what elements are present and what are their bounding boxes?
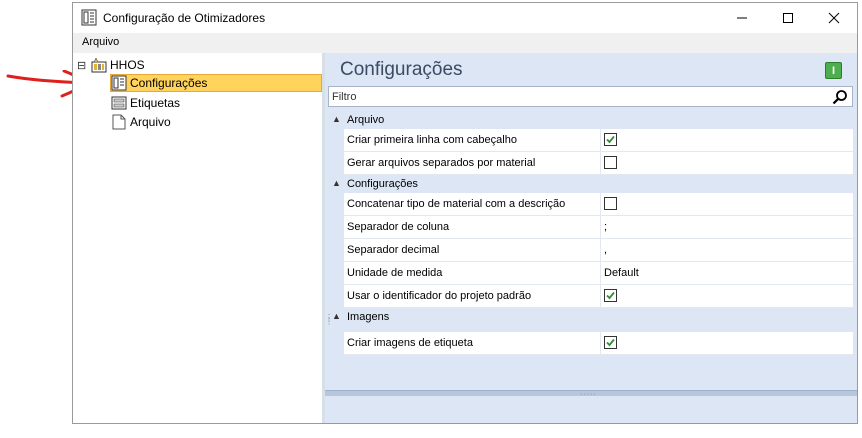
tree-pane: ⊟ HHOS Configurações Etiquetas Arquivo <box>73 53 322 423</box>
checkbox-concatenar-tipo-material[interactable] <box>604 197 617 210</box>
minimize-button[interactable] <box>719 3 765 33</box>
checkbox-criar-primeira-linha[interactable] <box>604 133 617 146</box>
maximize-button[interactable] <box>765 3 811 33</box>
window-title: Configuração de Otimizadores <box>103 11 266 25</box>
filter-input[interactable] <box>332 89 822 104</box>
settings-panel: Configurações I ▲ Arquivo Criar primeira… <box>325 53 857 423</box>
unidade-medida-value[interactable]: Default <box>601 262 853 285</box>
property-name: Separador de coluna <box>344 216 601 239</box>
menu-arquivo[interactable]: Arquivo <box>82 36 119 48</box>
category-label: Arquivo <box>347 114 385 126</box>
category-imagens[interactable]: ▲ Imagens <box>328 308 853 326</box>
collapse-icon[interactable]: ▲ <box>332 311 341 321</box>
horizontal-splitter[interactable]: ····· <box>325 390 857 398</box>
collapse-icon[interactable]: ▲ <box>332 114 341 124</box>
property-row: Usar o identificador do projeto padrão <box>328 285 853 308</box>
maximize-icon <box>783 13 793 23</box>
filter-box <box>328 86 853 107</box>
tree-item-label: Arquivo <box>130 115 171 129</box>
category-configuracoes[interactable]: ▲ Configurações <box>328 175 853 193</box>
label-icon <box>111 96 127 110</box>
check-icon <box>606 291 615 300</box>
info-icon: I <box>831 64 836 77</box>
tree-item-label: Etiquetas <box>130 96 181 110</box>
property-value <box>601 285 853 308</box>
settings-document-icon <box>81 9 97 26</box>
property-value <box>601 193 853 216</box>
search-icon[interactable] <box>832 89 848 105</box>
splitter-grip-icon: ····· <box>580 391 597 398</box>
collapse-icon[interactable]: ▲ <box>332 178 341 188</box>
property-name: Criar imagens de etiqueta <box>344 332 601 355</box>
tree-root-label: HHOS <box>110 58 145 72</box>
collapse-icon[interactable]: ⊟ <box>77 59 91 72</box>
panel-title: Configurações <box>340 59 463 80</box>
category-label: Imagens <box>347 311 390 323</box>
tree-item-arquivo[interactable]: Arquivo <box>111 113 171 131</box>
property-value <box>601 332 853 355</box>
settings-document-icon <box>111 75 127 91</box>
category-arquivo[interactable]: ▲ Arquivo <box>328 111 853 129</box>
property-row: Separador decimal , <box>328 239 853 262</box>
menu-bar: Arquivo <box>73 33 857 53</box>
tree-root-hhos[interactable]: ⊟ HHOS <box>77 56 145 74</box>
file-icon <box>112 114 126 130</box>
check-icon <box>606 338 615 347</box>
check-icon <box>606 135 615 144</box>
project-icon <box>91 57 107 73</box>
close-icon <box>828 12 840 24</box>
property-row: Criar imagens de etiqueta <box>328 332 853 355</box>
property-name: Unidade de medida <box>344 262 601 285</box>
property-value <box>601 129 853 152</box>
property-row: Gerar arquivos separados por material <box>328 152 853 175</box>
property-value <box>601 152 853 175</box>
checkbox-usar-identificador-projeto[interactable] <box>604 289 617 302</box>
close-button[interactable] <box>811 3 857 33</box>
property-row: Unidade de medida Default <box>328 262 853 285</box>
minimize-icon <box>737 17 747 19</box>
property-name: Criar primeira linha com cabeçalho <box>344 129 601 152</box>
separador-coluna-value[interactable]: ; <box>601 216 853 239</box>
tree-item-label: Configurações <box>130 76 208 90</box>
info-button[interactable]: I <box>825 62 842 79</box>
property-row: Criar primeira linha com cabeçalho <box>328 129 853 152</box>
checkbox-criar-imagens-etiqueta[interactable] <box>604 336 617 349</box>
tree-item-configuracoes[interactable]: Configurações <box>110 74 322 92</box>
category-label: Configurações <box>347 178 418 190</box>
property-row: Separador de coluna ; <box>328 216 853 239</box>
panel-header: Configurações I <box>325 53 857 85</box>
property-name: Usar o identificador do projeto padrão <box>344 285 601 308</box>
separador-decimal-value[interactable]: , <box>601 239 853 262</box>
tree-item-etiquetas[interactable]: Etiquetas <box>111 94 180 112</box>
optimizer-config-window: Configuração de Otimizadores Arquivo ⊟ H… <box>72 2 858 424</box>
property-name: Gerar arquivos separados por material <box>344 152 601 175</box>
property-name: Separador decimal <box>344 239 601 262</box>
property-name: Concatenar tipo de material com a descri… <box>344 193 601 216</box>
title-bar: Configuração de Otimizadores <box>73 3 857 33</box>
splitter-grip-icon[interactable]: ⋮ ⋮ <box>325 314 333 326</box>
property-row: Concatenar tipo de material com a descri… <box>328 193 853 216</box>
checkbox-gerar-arquivos-separados[interactable] <box>604 156 617 169</box>
